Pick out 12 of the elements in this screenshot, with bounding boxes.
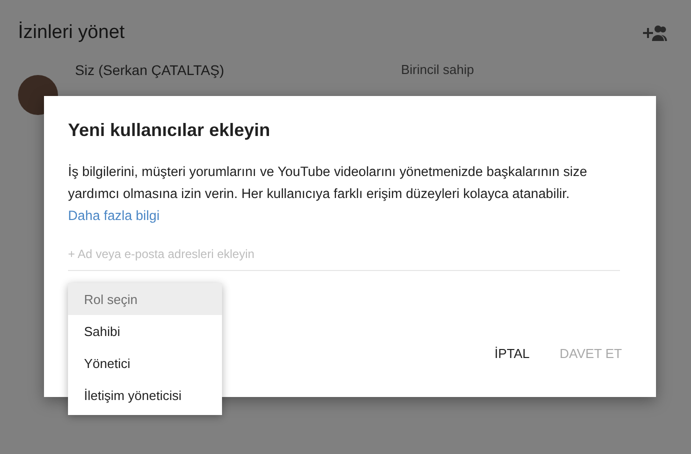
user-role: Birincil sahip: [401, 62, 474, 77]
menu-item[interactable]: İletişim yöneticisi: [68, 379, 222, 411]
menu-item[interactable]: Sahibi: [68, 315, 222, 347]
menu-item[interactable]: Yönetici: [68, 347, 222, 379]
user-name: Siz (Serkan ÇATALTAŞ): [75, 62, 226, 78]
page-title: İzinleri yönet: [18, 22, 125, 44]
add-person-icon[interactable]: [643, 25, 667, 41]
menu-item[interactable]: Rol seçin: [68, 283, 222, 315]
dialog-description: İş bilgilerini, müşteri yorumlarını ve YouTube videolarını yönetmenizde başkalarının size yardımcı olmasına izin verin. Her kullanıcıya farklı erişim düzeyleri kolayca atanabilir. Daha fazla bilgi: [68, 163, 588, 225]
dialog-title: Yeni kullanıcılar ekleyin: [68, 120, 272, 141]
more-info-link[interactable]: Daha fazla bilgi: [68, 208, 160, 223]
cancel-button[interactable]: İPTAL: [484, 340, 540, 367]
